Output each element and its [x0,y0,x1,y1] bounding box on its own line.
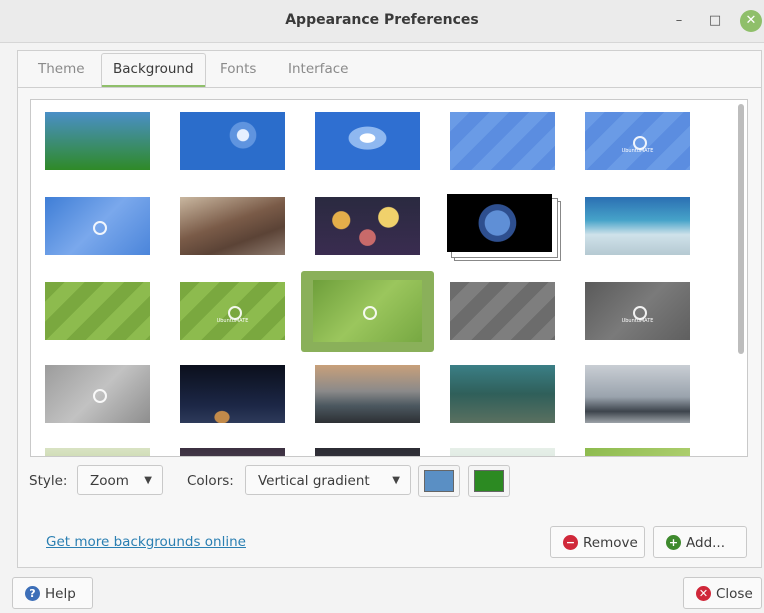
logo-text: UbuntuMATE [621,318,654,324]
colors-label: Colors: [187,473,234,489]
remove-icon: − [563,535,578,550]
background-thumbnail[interactable] [45,112,150,170]
chevron-down-icon: ▼ [144,475,152,486]
style-combo[interactable]: Zoom ▼ [77,465,163,495]
secondary-color-swatch [474,470,504,492]
background-thumbnail[interactable] [315,112,420,170]
tab-interface[interactable]: Interface [277,54,359,84]
background-thumbnail[interactable] [450,365,555,423]
close-icon: ✕ [696,586,711,601]
logo-text: UbuntuMATE [216,318,249,324]
style-colors-row: Style: Zoom ▼ Colors: Vertical gradient … [29,465,749,497]
background-thumbnail[interactable] [450,282,555,340]
help-icon: ? [25,586,40,601]
colors-combo[interactable]: Vertical gradient ▼ [245,465,411,495]
style-combo-value: Zoom [90,473,129,489]
background-thumbnail[interactable] [45,197,150,255]
background-thumbnail[interactable] [45,365,150,423]
remove-button[interactable]: − Remove [550,526,645,558]
help-button[interactable]: ? Help [12,577,93,609]
background-thumbnail[interactable] [180,197,285,255]
background-thumbnail[interactable] [180,365,285,423]
background-thumbnail[interactable] [450,448,555,456]
tab-bar: Theme Background Fonts Interface [18,51,761,88]
background-thumbnail[interactable] [315,365,420,423]
background-thumbnail[interactable]: UbuntuMATE [585,112,690,170]
logo-text: UbuntuMATE [621,148,654,154]
primary-color-swatch [424,470,454,492]
colors-combo-value: Vertical gradient [258,473,370,489]
background-thumbnail[interactable] [585,448,690,456]
primary-color-button[interactable] [418,465,460,497]
title-bar: Appearance Preferences – □ ✕ [0,0,764,43]
close-button[interactable]: ✕ Close [683,577,762,609]
tab-theme[interactable]: Theme [27,54,96,84]
style-label: Style: [29,473,68,489]
minimize-button[interactable]: – [668,10,690,32]
ubuntu-mate-logo-icon [92,389,107,403]
chevron-down-icon: ▼ [392,475,400,486]
background-thumbnail[interactable]: UbuntuMATE [585,282,690,340]
background-thumbnail[interactable] [450,112,555,170]
background-thumbnail[interactable] [45,282,150,340]
background-thumbnail[interactable] [180,112,285,170]
add-button-label: Add... [686,535,726,551]
background-thumbnail[interactable] [315,197,420,255]
background-thumbnail-selected[interactable] [313,280,422,342]
gallery-scrollbar[interactable] [738,104,744,354]
background-thumbnail[interactable] [45,448,150,456]
get-more-backgrounds-link[interactable]: Get more backgrounds online [46,534,246,550]
tab-fonts[interactable]: Fonts [209,54,267,84]
ubuntu-mate-logo-icon [92,221,107,235]
add-icon: + [666,535,681,550]
notebook: Theme Background Fonts Interface UbuntuM… [17,50,762,568]
background-thumbnail[interactable] [585,365,690,423]
help-button-label: Help [45,586,76,602]
background-thumbnail[interactable] [585,197,690,255]
maximize-button[interactable]: □ [704,10,726,32]
window-title: Appearance Preferences [285,12,479,28]
window-close-button[interactable]: ✕ [740,10,762,32]
ubuntu-mate-logo-icon [362,306,377,320]
remove-button-label: Remove [583,535,638,551]
background-thumbnail[interactable]: UbuntuMATE [180,282,285,340]
background-thumbnail[interactable] [315,448,420,456]
close-button-label: Close [716,586,753,602]
tab-background[interactable]: Background [101,53,206,87]
background-thumbnail[interactable] [180,448,285,456]
add-button[interactable]: + Add... [653,526,747,558]
background-gallery[interactable]: UbuntuMATE UbuntuMATE UbuntuMATE [30,99,748,457]
secondary-color-button[interactable] [468,465,510,497]
background-thumbnail[interactable] [447,194,552,252]
